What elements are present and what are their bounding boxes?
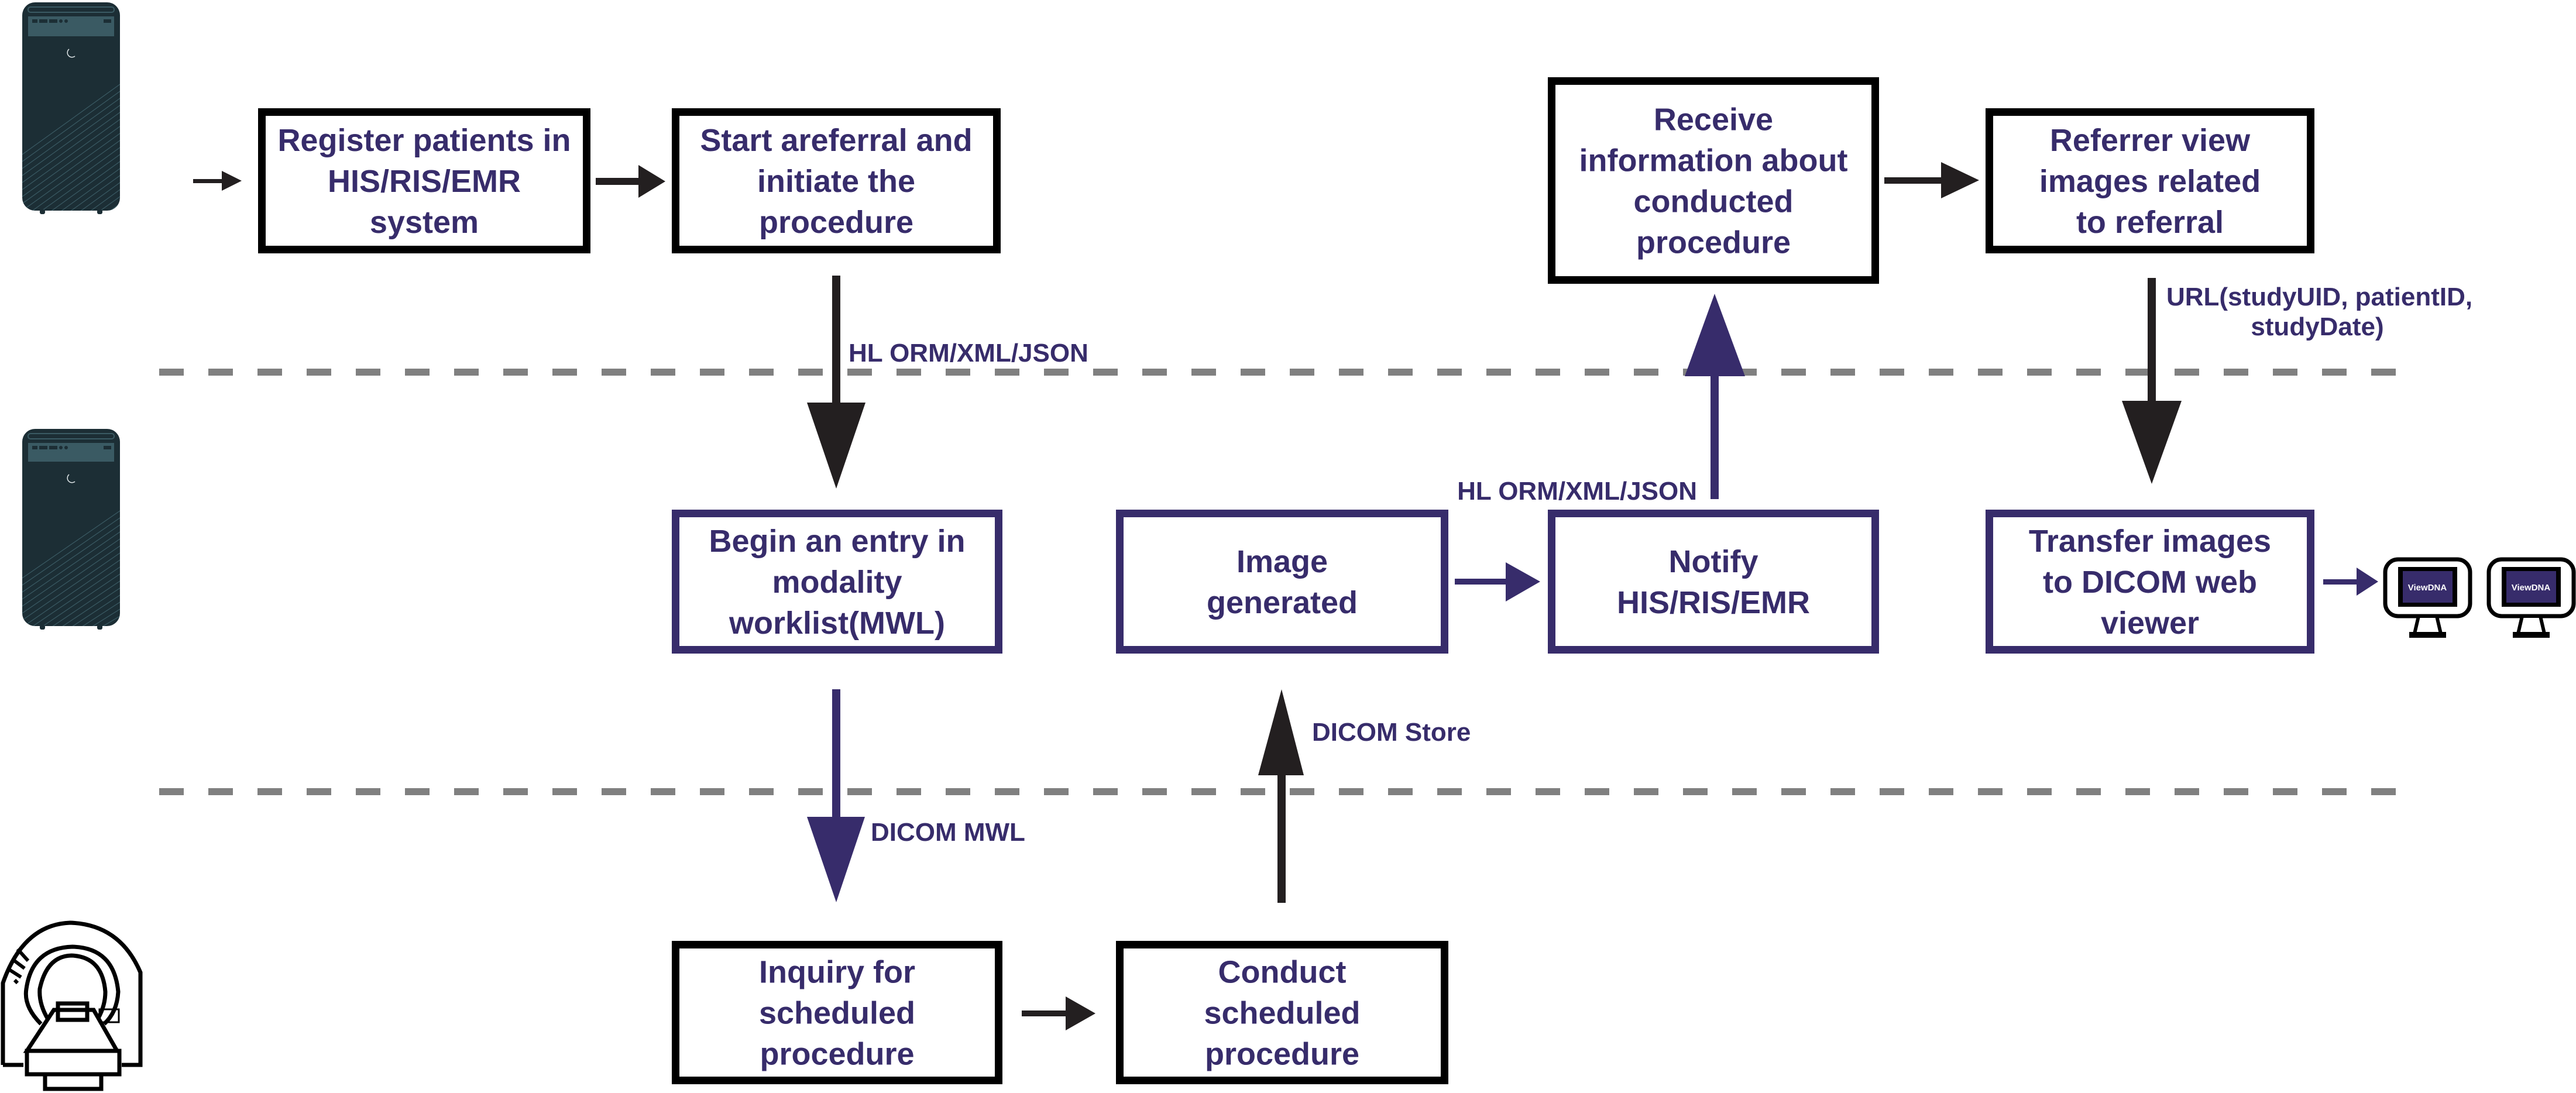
monitor-icon: ViewDNA [2383,557,2472,638]
box-text-line: Inquiry for [759,955,915,990]
arrow-notify-to-receive [1685,294,1745,499]
arrow-inquiry-to-conduct [1022,996,1095,1030]
box-text-line: worklist(MWL) [729,606,945,641]
box-text-line: HIS/RIS/EMR [1617,585,1810,620]
box-text-line: information about [1579,143,1848,178]
server-tower-icon [22,2,120,214]
box-text-line: scheduled [759,996,915,1031]
box-text-line: HIS/RIS/EMR [328,164,521,199]
box-text-line: Notify [1669,544,1758,579]
box-text-line: Image [1237,544,1328,579]
process-box-referrer: Referrer view images related to referral [1986,108,2314,253]
box-text-line: generated [1207,585,1358,620]
arrow-receive-to-referrer [1884,162,1979,198]
box-text-line: modality [772,565,902,600]
box-text-line: viewer [2101,606,2199,641]
arrow-image-to-notify [1455,562,1540,602]
box-text-line: initiate the [757,164,915,199]
process-box-receive: Receive information about conducted procedu… [1548,77,1879,284]
box-text-line: to referral [2076,205,2224,240]
workflow-diagram: Register patients in HIS/RIS/EMR system Sta… [1,2,2576,1091]
ct-scanner-icon [1,920,143,1091]
box-text-line: Start areferral and [700,123,972,158]
label-dicom-store: DICOM Store [1312,718,1471,747]
monitor-icon: ViewDNA [2486,557,2576,638]
box-text-line: scheduled [1204,996,1360,1031]
entry-arrow [193,171,242,191]
box-text-line: Register patients in [277,123,571,158]
label-start-to-begin: HL ORM/XML/JSON [849,339,1088,367]
process-box-inquiry: Inquiry for scheduled procedure [672,941,1002,1084]
box-text-line: procedure [1205,1037,1359,1072]
box-text-line: system [370,205,479,240]
process-box-start: Start areferral and initiate the procedure [672,108,1001,253]
label-url-line1: URL(studyUID, patientID, [2166,283,2472,311]
box-text-line: images related [2039,164,2261,199]
box-text-line: Conduct [1218,955,1347,990]
viewer-screen-label: ViewDNA [2408,583,2447,593]
box-border [1548,510,1879,654]
arrow-transfer-to-viewer [2323,568,2378,596]
server-tower-icon [22,429,120,630]
box-text-line: Receive [1654,102,1773,138]
box-text-line: Transfer images [2029,524,2271,559]
process-box-conduct: Conduct scheduled procedure [1116,941,1448,1084]
arrow-register-to-start [596,165,665,198]
label-notify-to-receive: HL ORM/XML/JSON [1457,477,1697,506]
box-text-line: procedure [760,1037,914,1072]
box-text-line: to DICOM web [2043,565,2257,600]
process-box-register: Register patients in HIS/RIS/EMR system [258,108,590,253]
process-box-image: Image generated [1116,510,1448,654]
label-dicom-mwl: DICOM MWL [871,818,1025,847]
box-text-line: Referrer view [2050,123,2251,158]
arrow-start-to-begin [807,276,865,489]
box-text-line: procedure [1636,225,1791,260]
arrow-begin-to-inquiry [807,689,865,902]
box-text-line: procedure [759,205,913,240]
viewer-screen-label: ViewDNA [2512,583,2551,593]
process-box-notify: Notify HIS/RIS/EMR [1548,510,1879,654]
arrow-conduct-to-image [1258,689,1304,903]
box-text-line: conducted [1633,184,1793,219]
box-text-line: Begin an entry in [709,524,965,559]
process-box-transfer: Transfer images to DICOM web viewer [1986,510,2314,654]
label-url-line2: studyDate) [2251,312,2383,341]
process-box-begin: Begin an entry in modality worklist(MWL) [672,510,1002,654]
box-border [1116,510,1448,654]
